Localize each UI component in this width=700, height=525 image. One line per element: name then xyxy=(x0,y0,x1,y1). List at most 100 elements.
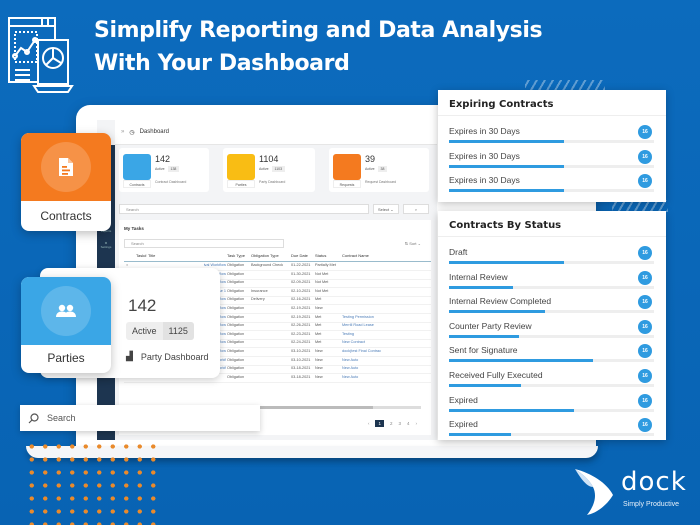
parties-tile[interactable]: Parties xyxy=(227,154,255,188)
status-row[interactable]: Internal Review Completed 16 xyxy=(449,293,654,317)
progress-track xyxy=(449,433,654,437)
contracts-card[interactable]: Contracts xyxy=(21,133,111,231)
dashboard-link[interactable]: Party Dashboard xyxy=(259,180,285,184)
tile-label: Contracts xyxy=(123,180,151,188)
stat-count: 142 xyxy=(155,154,171,164)
party-dashboard-link[interactable]: ▟ Party Dashboard xyxy=(126,351,208,362)
cell-obligation: Insurance xyxy=(251,288,268,293)
progress-fill xyxy=(449,261,564,264)
col-task-number[interactable]: Task# xyxy=(136,253,146,258)
pagination: ‹ 1 2 3 4 › xyxy=(368,420,417,427)
cell-contract[interactable]: New Contract xyxy=(342,340,365,344)
cell-due: 03-10-2021 xyxy=(291,357,311,362)
cell-status: Not Met xyxy=(315,280,329,285)
people-icon xyxy=(41,286,91,336)
search-button[interactable]: ⌕ xyxy=(403,204,429,214)
status-row[interactable]: Expires in 30 Days 16 xyxy=(449,148,654,172)
parties-card[interactable]: Parties xyxy=(21,277,111,373)
dock-logo: dock Simply Productive xyxy=(573,465,693,520)
nav-item-settings[interactable]: ⚙ Settings xyxy=(100,241,112,249)
page-4[interactable]: 4 xyxy=(407,421,410,426)
count-badge: 16 xyxy=(638,149,652,164)
status-row[interactable]: Expired 16 xyxy=(449,416,654,440)
stat-count: 39 xyxy=(365,154,376,164)
contracts-card-label: Contracts xyxy=(40,209,92,223)
requests-tile[interactable]: Requests xyxy=(333,154,361,188)
dashboard-link[interactable]: Request Dashboard xyxy=(365,180,396,184)
stat-count: 1104 xyxy=(259,154,279,164)
progress-fill xyxy=(449,408,575,412)
cell-status: New xyxy=(315,306,323,310)
dashboard-report-icon xyxy=(8,17,74,93)
count-badge: 16 xyxy=(638,393,652,408)
nav-label: Settings xyxy=(100,245,112,249)
stat-card-requests[interactable]: Requests 39 Active 38 Request Dashboard xyxy=(329,148,429,192)
contracts-tile[interactable]: Contracts xyxy=(123,154,151,188)
col-status[interactable]: Status xyxy=(315,253,326,258)
cell-type: Obligation xyxy=(227,297,245,302)
cell-type: Obligation xyxy=(227,349,245,353)
breadcrumb[interactable]: Dashboard xyxy=(140,129,169,135)
col-due-date[interactable]: Due Date xyxy=(291,253,308,258)
brand-name: dock xyxy=(621,467,687,497)
page-1[interactable]: 1 xyxy=(375,420,384,427)
row-label: Internal Review xyxy=(449,271,508,282)
cell-type: Obligation xyxy=(227,374,245,379)
cell-type: Obligation xyxy=(227,271,245,276)
col-contract-name[interactable]: Contract Name xyxy=(342,253,369,258)
page-2[interactable]: 2 xyxy=(390,421,393,426)
progress-track xyxy=(449,384,654,387)
status-row[interactable]: Draft 16 xyxy=(449,244,654,268)
party-dashboard-label: Party Dashboard xyxy=(140,351,209,362)
row-label: Internal Review Completed xyxy=(449,296,552,307)
cell-type: Obligation xyxy=(227,331,245,336)
cell-type: Obligation xyxy=(227,366,245,371)
headline-line-2: With Your Dashboard xyxy=(94,51,350,76)
count-badge: 16 xyxy=(638,246,652,260)
status-title: Contracts By Status xyxy=(438,211,666,237)
cell-due: 02-10-2021 xyxy=(291,288,311,293)
count-badge: 16 xyxy=(638,369,652,383)
status-row[interactable]: Expired 16 xyxy=(449,392,654,416)
cell-contract[interactable]: Testing Permission xyxy=(342,315,374,319)
prev-page-button[interactable]: ‹ xyxy=(368,421,370,426)
cell-contract[interactable]: New Auto xyxy=(342,358,358,362)
cell-contract[interactable]: New Auto xyxy=(342,375,358,379)
progress-track xyxy=(449,334,654,338)
status-row[interactable]: Expires in 30 Days 16 xyxy=(449,172,654,196)
expand-icon[interactable]: » xyxy=(121,129,124,135)
cell-contract[interactable]: dock(test Final Contrac xyxy=(342,349,381,353)
col-task-type[interactable]: Task Type xyxy=(227,253,245,258)
select-label: Select xyxy=(378,207,390,212)
filter-select[interactable]: Select ⌄ xyxy=(373,204,399,214)
headline-line-1: Simplify Reporting and Data Analysis xyxy=(94,18,543,43)
col-title[interactable]: Title xyxy=(148,253,155,258)
bar-chart-icon: ▟ xyxy=(126,351,133,361)
status-row[interactable]: Expires in 30 Days 16 xyxy=(449,123,654,147)
tasks-search-input[interactable]: Search xyxy=(124,239,284,248)
status-row[interactable]: Received Fully Executed 16 xyxy=(449,367,654,391)
status-row[interactable]: Sent for Signature 16 xyxy=(449,342,654,366)
col-obligation-type[interactable]: Obligation Type xyxy=(251,253,279,258)
parties-card-header xyxy=(21,277,111,345)
row-radio[interactable]: ○ xyxy=(126,263,128,267)
floating-search-input[interactable]: Search xyxy=(20,405,260,431)
cell-contract[interactable]: New Auto xyxy=(342,366,358,370)
sort-button[interactable]: ⇅ Sort ⌄ xyxy=(405,241,421,246)
count-badge: 16 xyxy=(638,174,652,189)
progress-track xyxy=(449,261,654,264)
cell-title[interactable]: ival Workflow xyxy=(148,263,226,267)
cell-contract[interactable]: Merrill Road Lease xyxy=(342,323,374,327)
global-search-input[interactable]: Search xyxy=(119,204,369,214)
cell-contract[interactable]: Testing xyxy=(342,332,354,336)
sort-label: Sort xyxy=(409,241,417,246)
row-label: Draft xyxy=(449,247,468,257)
active-label: Active xyxy=(132,326,157,336)
next-page-button[interactable]: › xyxy=(416,421,418,426)
status-row[interactable]: Counter Party Review 16 xyxy=(449,318,654,342)
dashboard-link[interactable]: Contract Dashboard xyxy=(155,180,186,184)
status-row[interactable]: Internal Review 16 xyxy=(449,269,654,293)
page-3[interactable]: 3 xyxy=(398,421,401,426)
stat-card-contracts[interactable]: Contracts 142 Active 138 Contract Dashboa… xyxy=(119,148,209,192)
stat-card-parties[interactable]: Parties 1104 Active 1103 Party Dashboard xyxy=(223,148,315,192)
